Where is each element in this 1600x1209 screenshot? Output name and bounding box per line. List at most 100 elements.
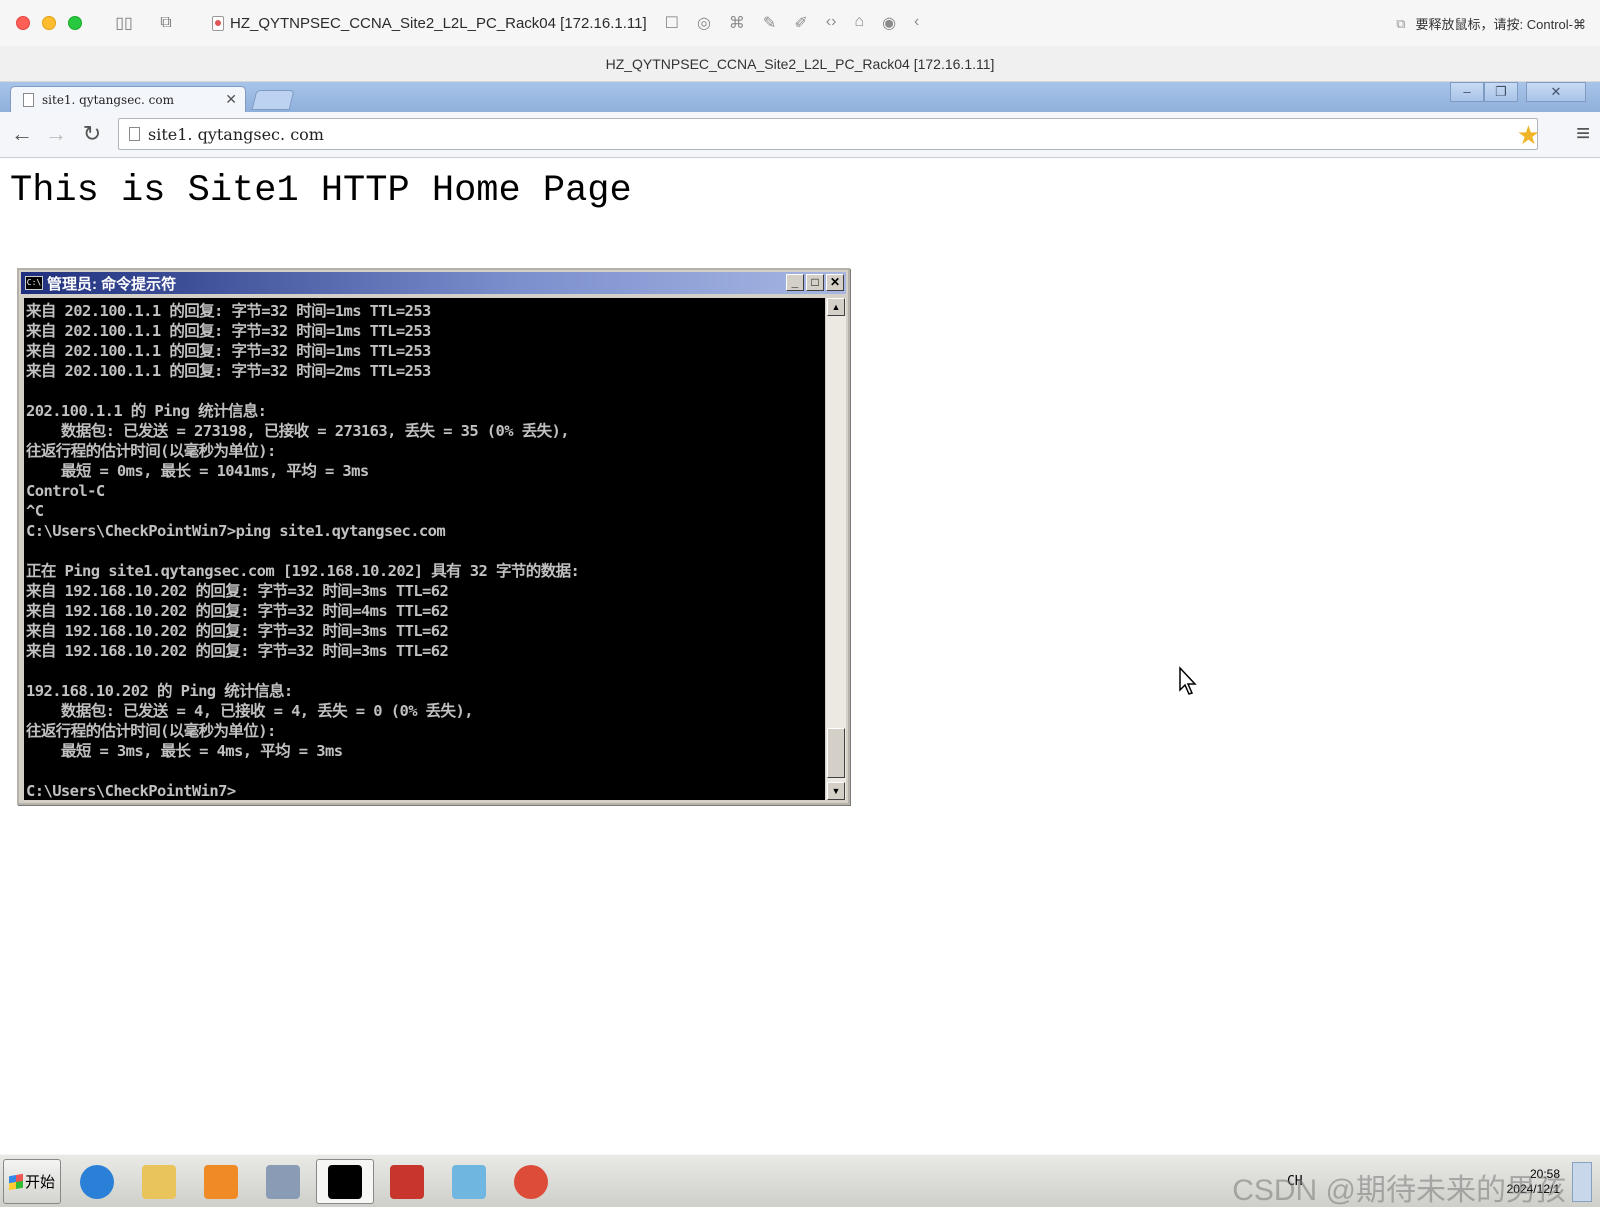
- media-player-icon: [204, 1164, 238, 1199]
- cmd-app-icon: C:\: [25, 276, 43, 290]
- file-explorer-icon: [142, 1164, 176, 1199]
- page-icon: [23, 92, 34, 107]
- cmd-close-button[interactable]: ✕: [826, 274, 844, 291]
- scroll-up-icon[interactable]: ▲: [827, 298, 845, 316]
- notepad-icon: [452, 1164, 486, 1199]
- browser-restore-button[interactable]: ❐: [1484, 82, 1518, 102]
- cmd-output-line: 数据包: 已发送 = 273198, 已接收 = 273163, 丢失 = 35…: [26, 422, 570, 440]
- cmd-console[interactable]: 来自 202.100.1.1 的回复: 字节=32 时间=1ms TTL=253…: [24, 298, 825, 800]
- release-hint-text: 要释放鼠标，请按: Control-⌘: [1415, 17, 1586, 32]
- taskbar-command-prompt-button[interactable]: [316, 1159, 374, 1204]
- taskbar-internet-explorer-button[interactable]: [68, 1159, 126, 1204]
- window-traffic-lights: [16, 16, 82, 30]
- user-icon[interactable]: ◉: [882, 13, 896, 33]
- settings-wrench-icon[interactable]: ✎: [763, 13, 776, 33]
- browser-toolbar: ← → ↻ site1. qytangsec. com ★ ≡: [0, 112, 1600, 158]
- fullscreen-icon[interactable]: ☐: [665, 13, 679, 33]
- forward-arrow-icon[interactable]: →: [42, 121, 70, 147]
- start-label: 开始: [24, 1174, 55, 1191]
- windows-flag-icon: [8, 1173, 23, 1190]
- cmd-output-line: 来自 192.168.10.202 的回复: 字节=32 时间=4ms TTL=…: [26, 602, 449, 620]
- taskbar-control-panel-button[interactable]: [254, 1159, 312, 1204]
- cmd-output-line: 来自 202.100.1.1 的回复: 字节=32 时间=1ms TTL=253: [26, 302, 431, 320]
- vm-tool-icons: ☐ ◎ ⌘ ✎ ✐ ‹› ⌂ ◉ ‹: [665, 13, 920, 33]
- internet-explorer-icon: [80, 1164, 114, 1199]
- new-tab-button[interactable]: [251, 90, 295, 110]
- start-button[interactable]: 开始: [3, 1159, 61, 1204]
- drive-icon[interactable]: ⌂: [854, 13, 864, 33]
- chrome-icon: [514, 1164, 548, 1199]
- taskbar: 开始 CH 20:58 2024/12/1 CSDN @期待未来的男孩: [0, 1154, 1600, 1207]
- bookmark-star-icon[interactable]: ★: [1517, 120, 1540, 151]
- cmd-window[interactable]: C:\ 管理员: 命令提示符 _ □ ✕ 来自 202.100.1.1 的回复:…: [17, 268, 850, 805]
- show-desktop-icon[interactable]: [1572, 1161, 1592, 1202]
- address-bar[interactable]: site1. qytangsec. com: [118, 118, 1538, 150]
- cmd-output-line: 数据包: 已发送 = 4, 已接收 = 4, 丢失 = 0 (0% 丢失),: [26, 702, 474, 720]
- cmd-output-line: 来自 202.100.1.1 的回复: 字节=32 时间=2ms TTL=253: [26, 362, 431, 380]
- cmd-output-line: 来自 192.168.10.202 的回复: 字节=32 时间=3ms TTL=…: [26, 622, 449, 640]
- taskbar-media-player-button[interactable]: [192, 1159, 250, 1204]
- scroll-down-icon[interactable]: ▼: [827, 782, 845, 800]
- tools-icon[interactable]: ✐: [794, 13, 807, 33]
- taskbar-network-tool-button[interactable]: [378, 1159, 436, 1204]
- cmd-output-line: [26, 761, 825, 781]
- cmd-output-line: Control-C: [26, 482, 105, 500]
- back-chevron-icon[interactable]: ‹: [914, 13, 919, 33]
- vm-library-icon[interactable]: ⧉: [154, 14, 178, 32]
- cmd-output-line: 最短 = 3ms, 最长 = 4ms, 平均 = 3ms: [26, 742, 343, 760]
- taskbar-notepad-button[interactable]: [440, 1159, 498, 1204]
- browser-menu-icon[interactable]: ≡: [1576, 120, 1590, 148]
- cmd-output-line: 192.168.10.202 的 Ping 统计信息:: [26, 682, 293, 700]
- cmd-output-line: C:\Users\CheckPointWin7>ping site1.qytan…: [26, 522, 446, 540]
- cmd-output-line: 来自 202.100.1.1 的回复: 字节=32 时间=1ms TTL=253: [26, 322, 431, 340]
- cmd-output-line: 来自 192.168.10.202 的回复: 字节=32 时间=3ms TTL=…: [26, 582, 449, 600]
- csdn-watermark: CSDN @期待未来的男孩: [1232, 1174, 1566, 1207]
- vm-subtitle: HZ_QYTNPSEC_CCNA_Site2_L2L_PC_Rack04 [17…: [0, 46, 1600, 82]
- mouse-release-hint: ⧉ 要释放鼠标，请按: Control-⌘: [1396, 14, 1586, 33]
- page-title: This is Site1 HTTP Home Page: [10, 170, 632, 212]
- network-tool-icon: [390, 1164, 424, 1199]
- cmd-output-line: ^C: [26, 502, 44, 520]
- zoom-window-button[interactable]: [68, 16, 82, 30]
- vm-title: HZ_QYTNPSEC_CCNA_Site2_L2L_PC_Rack04 [17…: [230, 14, 647, 32]
- cmd-output-line: C:\Users\CheckPointWin7>: [26, 782, 236, 800]
- browser-close-button[interactable]: ✕: [1526, 82, 1586, 102]
- snapshot-icon[interactable]: ◎: [697, 13, 711, 33]
- cmd-titlebar[interactable]: C:\ 管理员: 命令提示符 _ □ ✕: [21, 272, 846, 294]
- cmd-minimize-button[interactable]: _: [786, 274, 804, 291]
- control-panel-icon: [266, 1164, 300, 1199]
- sidebar-toggle-icon[interactable]: ▯▯: [112, 13, 136, 33]
- vm-title-tab[interactable]: HZ_QYTNPSEC_CCNA_Site2_L2L_PC_Rack04 [17…: [212, 15, 647, 32]
- taskbar-file-explorer-button[interactable]: [130, 1159, 188, 1204]
- mouse-cursor-icon: [1179, 666, 1197, 695]
- cmd-output-line: [26, 541, 825, 561]
- cmd-title: 管理员: 命令提示符: [47, 275, 177, 293]
- reload-icon[interactable]: ↻: [78, 121, 106, 147]
- back-arrow-icon[interactable]: ←: [8, 121, 36, 147]
- vm-document-icon: [212, 15, 224, 31]
- taskbar-chrome-button[interactable]: [502, 1159, 560, 1204]
- cmd-output-line: [26, 381, 825, 401]
- tab-close-icon[interactable]: ✕: [225, 91, 237, 108]
- cmd-scrollbar[interactable]: ▲ ▼: [826, 298, 846, 800]
- browser-minimize-button[interactable]: –: [1450, 82, 1484, 102]
- minimize-window-button[interactable]: [42, 16, 56, 30]
- cmd-output-line: 来自 192.168.10.202 的回复: 字节=32 时间=3ms TTL=…: [26, 642, 449, 660]
- close-window-button[interactable]: [16, 16, 30, 30]
- browser-tab-label: site1. qytangsec. com: [42, 92, 174, 107]
- browser-tab[interactable]: site1. qytangsec. com ✕: [10, 86, 246, 112]
- network-icon[interactable]: ⌘: [729, 13, 745, 33]
- code-icon[interactable]: ‹›: [826, 13, 837, 33]
- cmd-window-buttons: _ □ ✕: [786, 274, 844, 291]
- copy-icon[interactable]: ⧉: [1396, 16, 1405, 32]
- address-text: site1. qytangsec. com: [148, 124, 324, 144]
- cmd-maximize-button[interactable]: □: [806, 274, 824, 291]
- cmd-output-line: 最短 = 0ms, 最长 = 1041ms, 平均 = 3ms: [26, 462, 369, 480]
- cmd-output-line: 正在 Ping site1.qytangsec.com [192.168.10.…: [26, 562, 580, 580]
- address-page-icon: [129, 127, 140, 141]
- cmd-output-line: 来自 202.100.1.1 的回复: 字节=32 时间=1ms TTL=253: [26, 342, 431, 360]
- cmd-output-line: 往返行程的估计时间(以毫秒为单位):: [26, 722, 276, 740]
- browser-tabstrip: site1. qytangsec. com ✕ – ❐ ✕: [0, 82, 1600, 112]
- command-prompt-icon: [328, 1164, 362, 1199]
- scroll-thumb[interactable]: [827, 728, 845, 778]
